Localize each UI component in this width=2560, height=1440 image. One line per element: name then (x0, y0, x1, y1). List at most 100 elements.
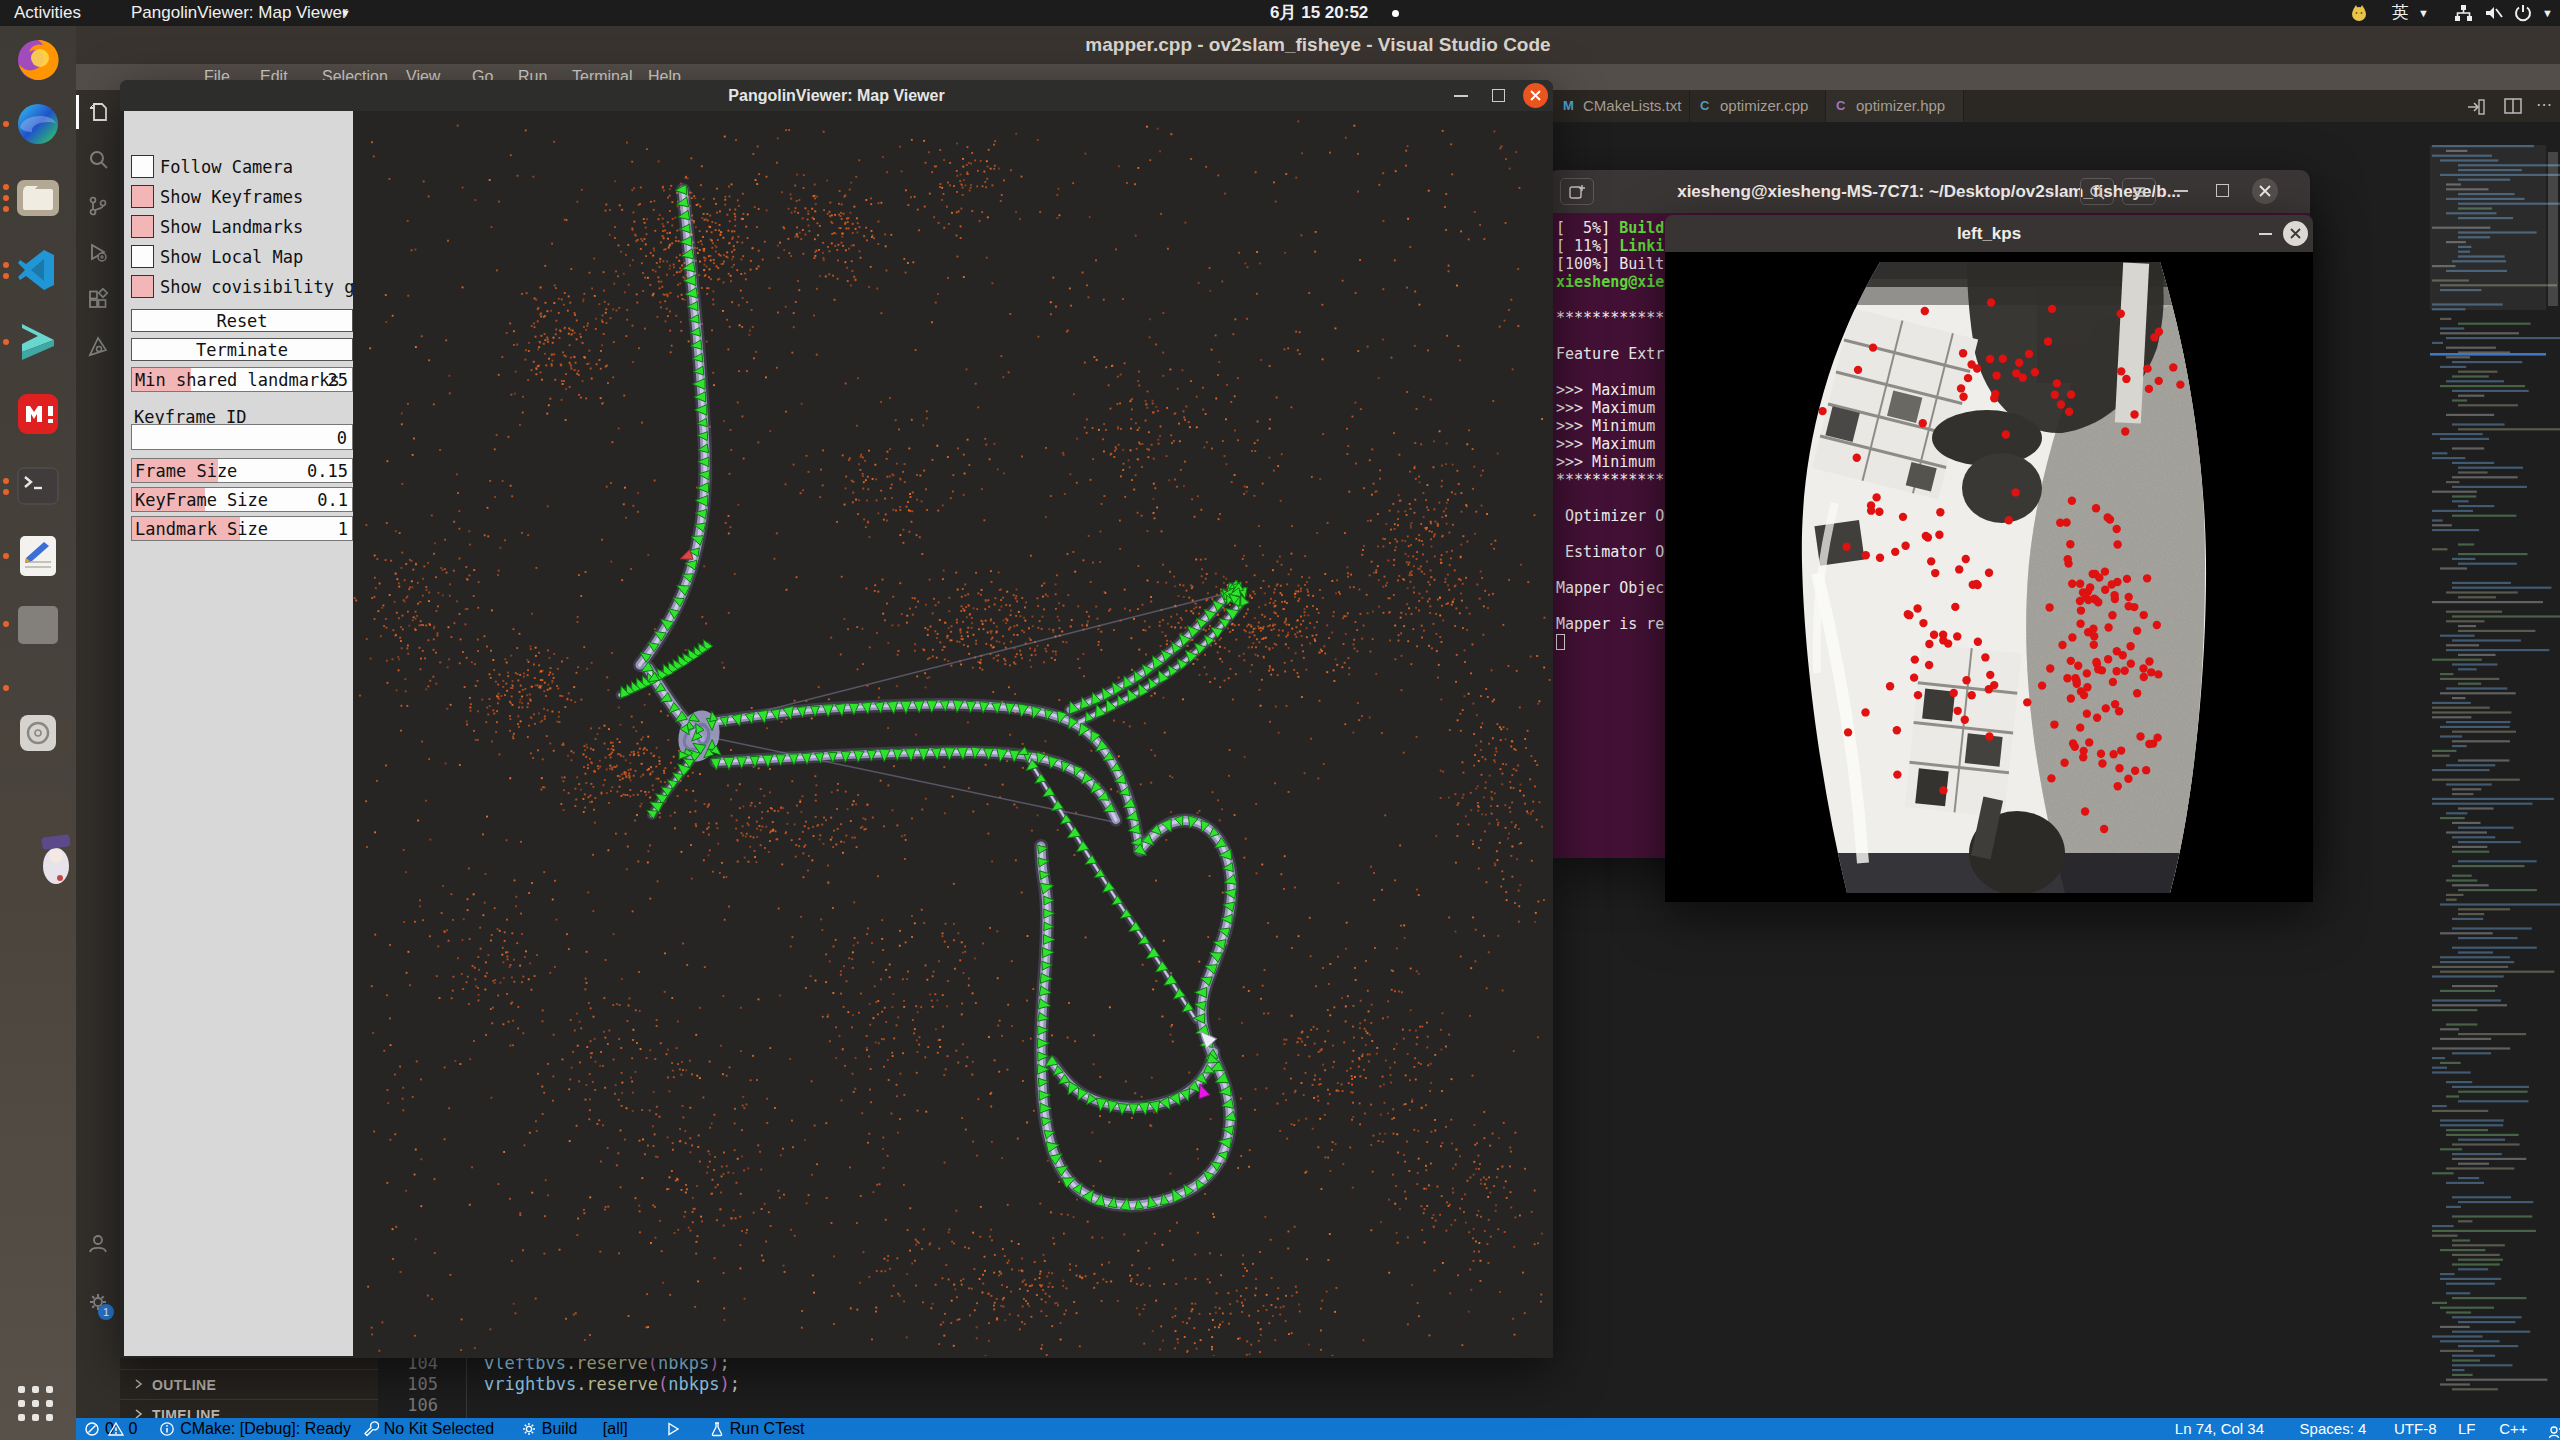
status-right-item[interactable]: Spaces: 4 (2300, 1418, 2367, 1440)
slider-value: 0.15 (307, 461, 348, 481)
checkbox-show-covisibility-graph[interactable] (131, 275, 154, 298)
status-ctest[interactable]: Run CTest (709, 1418, 805, 1440)
dock-screenshot-tool-icon[interactable] (14, 600, 62, 648)
pangolin-panel: Follow CameraShow KeyframesShow Landmark… (124, 111, 353, 1356)
activitybar-explorer-icon[interactable] (86, 100, 110, 124)
network-icon (2452, 2, 2474, 24)
terminal-minimize-button[interactable] (2174, 190, 2188, 192)
section-outline[interactable]: OUTLINE (152, 1370, 216, 1400)
status-play[interactable] (665, 1418, 681, 1440)
minimap[interactable] (2430, 122, 2560, 1418)
status-right-item[interactable]: C++ (2499, 1418, 2527, 1440)
power-icon (2512, 2, 2534, 24)
pangolin-titlebar[interactable]: PangolinViewer: Map Viewer (120, 80, 1553, 111)
checkbox-show-local-map[interactable] (131, 245, 154, 268)
status-target[interactable]: [all] (603, 1418, 628, 1440)
status-kit[interactable]: No Kit Selected (363, 1418, 494, 1440)
slider-frame-size[interactable]: Frame Size0.15 (131, 458, 353, 483)
dock-vscode-icon[interactable] (14, 246, 62, 294)
tab-optimizer.cpp[interactable]: Coptimizer.cpp (1690, 90, 1826, 122)
code-area[interactable]: 104vleftbvs.reserve(nbkps);105vrightbvs.… (378, 1348, 2560, 1418)
explorer-sections[interactable]: OUTLINETIMELINE (120, 1356, 378, 1418)
indent-guide (466, 1352, 467, 1418)
app-menu[interactable]: PangolinViewer: Map Viewer (131, 0, 348, 26)
terminal-maximize-button[interactable] (2216, 184, 2229, 197)
system-menu-caret-icon: ▼ (2542, 0, 2553, 26)
button-terminate[interactable]: Terminate (131, 338, 353, 361)
slider-min-shared-landmarks[interactable]: Min shared landmarks25 (131, 367, 353, 392)
status-beaker-icon (709, 1421, 725, 1437)
line-number: 106 (404, 1395, 438, 1415)
dock-text-editor-icon[interactable] (14, 532, 62, 580)
activitybar-debug-icon[interactable] (86, 241, 110, 265)
pangolin-minimize-button[interactable] (1454, 95, 1468, 97)
new-tab-icon (1567, 182, 1587, 202)
dock-recorder-icon[interactable] (14, 709, 62, 757)
more-actions-icon[interactable]: ⋯ (2536, 90, 2552, 120)
keyframe-id-value: 0 (337, 428, 347, 448)
status-right-item[interactable]: LF (2458, 1418, 2476, 1440)
pangolin-maximize-button[interactable] (1492, 89, 1505, 102)
keyframe-id-input[interactable]: 0 (131, 424, 353, 450)
terminal-titlebar[interactable]: xiesheng@xiesheng-MS-7C71: ~/Desktop/ov2… (1548, 170, 2310, 213)
grid-dot (18, 1414, 25, 1421)
dock-files-icon[interactable] (14, 174, 62, 222)
grid-dot (32, 1386, 39, 1393)
input-method-indicator[interactable]: 英 (2392, 0, 2409, 26)
running-dot (3, 273, 9, 279)
tab-optimizer.hpp[interactable]: Coptimizer.hpp (1826, 90, 1964, 122)
status-right-item[interactable]: UTF-8 (2394, 1418, 2437, 1440)
activitybar-cmake-icon[interactable] (86, 335, 110, 359)
leftkps-close-button[interactable] (2283, 221, 2308, 246)
clock[interactable]: 6月 15 20:52 (1270, 0, 1368, 26)
checkbox-show-keyframes[interactable] (131, 185, 154, 208)
checkbox-label: Follow Camera (160, 157, 293, 177)
app-grid-button[interactable] (18, 1386, 58, 1426)
dock-teal-app-icon[interactable] (14, 318, 62, 366)
dock-hidden-app-icon[interactable] (14, 664, 62, 712)
active-indicator (76, 95, 79, 129)
close-icon (2252, 178, 2278, 204)
activitybar-scm-icon[interactable] (86, 194, 110, 218)
status-warnings[interactable]: 0 (108, 1418, 138, 1440)
terminal-close-button[interactable] (2252, 178, 2278, 204)
checkbox-follow-camera[interactable] (131, 155, 154, 178)
dock-markdown-app-icon[interactable] (14, 390, 62, 438)
slider-landmark-size[interactable]: Landmark Size1 (131, 516, 353, 541)
slider-keyframe-size[interactable]: KeyFrame Size0.1 (131, 487, 353, 512)
checkbox-label: Show Landmarks (160, 217, 303, 237)
tab-CMakeLists.txt[interactable]: MCMakeLists.txt (1553, 90, 1690, 122)
dock-firefox-icon[interactable] (14, 36, 62, 84)
status-right-item[interactable]: Ln 74, Col 34 (2175, 1418, 2264, 1440)
map-view[interactable] (353, 111, 1553, 1356)
activities-button[interactable]: Activities (14, 0, 81, 26)
terminal-title: xiesheng@xiesheng-MS-7C71: ~/Desktop/ov2… (1548, 170, 2310, 213)
terminal-menu-button[interactable] (2122, 178, 2156, 205)
pangolin-title: PangolinViewer: Map Viewer (120, 80, 1553, 111)
pangolin-close-button[interactable] (1523, 83, 1548, 108)
split-editor-icon (2502, 95, 2524, 117)
leftkps-title: left_kps (1665, 215, 2313, 252)
running-dot (3, 262, 9, 268)
leftkps-minimize-button[interactable] (2259, 233, 2272, 235)
status-cmake[interactable]: CMake: [Debug]: Ready (159, 1418, 351, 1440)
checkbox-show-landmarks[interactable] (131, 215, 154, 238)
activitybar-search-icon[interactable] (86, 147, 110, 171)
vscode-titlebar[interactable]: mapper.cpp - ov2slam_fisheye - Visual St… (76, 26, 2560, 64)
cat-indicator-icon (2348, 2, 2370, 24)
activitybar-account-icon[interactable] (86, 1231, 110, 1255)
goto-icon (2464, 95, 2486, 117)
button-reset[interactable]: Reset (131, 309, 353, 332)
dock-terminal-icon[interactable] (14, 462, 62, 510)
terminal-search-button[interactable] (2080, 178, 2114, 205)
top-bar: Activities PangolinViewer: Map Viewer ▼ 6月 … (0, 0, 2560, 26)
new-tab-button[interactable] (1560, 178, 1594, 205)
running-dot (3, 206, 9, 212)
status-right-item[interactable] (2548, 1418, 2560, 1440)
vscode-activitybar[interactable]: 1 (76, 90, 120, 1418)
leftkps-titlebar[interactable]: left_kps (1665, 215, 2313, 252)
activitybar-extensions-icon[interactable] (86, 288, 110, 312)
tab-label: optimizer.cpp (1720, 90, 1808, 122)
status-build[interactable]: Build (521, 1418, 578, 1440)
dock-edge-icon[interactable] (14, 100, 62, 148)
